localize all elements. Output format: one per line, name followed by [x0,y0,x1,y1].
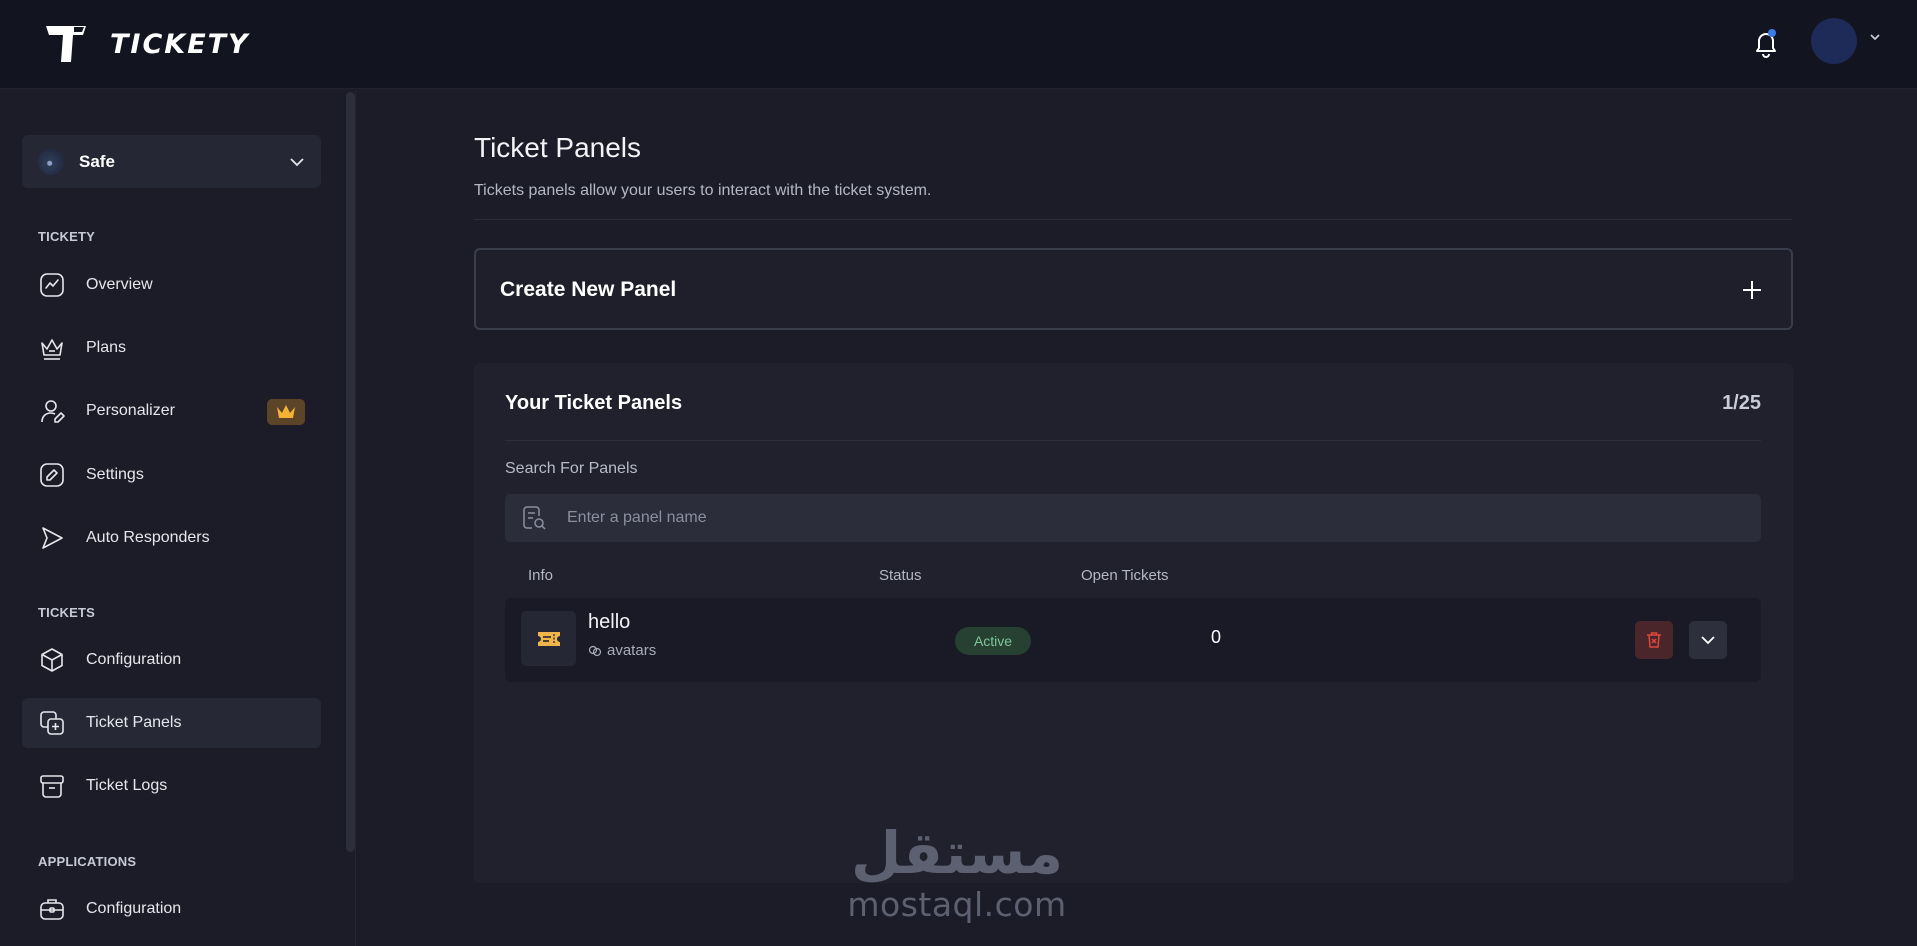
search-label: Search For Panels [505,460,638,477]
premium-badge [267,399,305,425]
expand-button[interactable] [1689,621,1727,659]
watermark-arabic: مستقل [850,819,1064,887]
section-title-tickety: TICKETY [38,229,96,244]
main-content: Ticket Panels Tickets panels allow your … [357,90,1917,946]
sidebar-item-label: Configuration [86,651,182,668]
link-icon [588,645,602,656]
sidebar-item-label: Ticket Logs [86,777,168,794]
sidebar-item-ticket-panels[interactable]: Ticket Panels [22,698,321,748]
briefcase-icon [40,899,64,920]
sidebar-item-label: Ticket Panels [86,714,182,731]
tickety-logo-icon [46,26,86,62]
sidebar-scrollbar[interactable] [346,92,355,852]
chart-icon [40,273,64,297]
watermark: مستقل mostaql.com [842,818,1072,922]
trash-icon [1647,632,1661,648]
status-badge: Active [955,627,1031,655]
chevron-down-icon[interactable] [1868,30,1882,44]
ticket-panels-card: Your Ticket Panels 1/25 Search For Panel… [474,363,1793,883]
ticket-icon [537,631,560,646]
search-document-icon [523,506,546,530]
page-subtitle: Tickets panels allow your users to inter… [474,182,932,199]
sidebar-item-auto-responders[interactable]: Auto Responders [22,513,321,563]
logo[interactable]: TICKETY [44,22,250,66]
chevron-down-icon [1701,636,1715,645]
column-header-status: Status [879,567,922,584]
column-header-info: Info [528,567,554,584]
search-input[interactable] [567,494,1737,542]
plus-icon [1743,281,1761,299]
section-title-applications: APPLICATIONS [38,854,137,869]
open-tickets-count: 0 [1211,627,1222,647]
table-row[interactable]: hello avatars Active 0 [505,598,1761,682]
server-name: Safe [79,151,115,171]
edit-icon [40,463,64,487]
sidebar-item-label: Auto Responders [86,529,210,546]
page-title: Ticket Panels [474,132,642,163]
server-selector[interactable]: Safe [22,135,321,188]
crown-icon [277,405,295,418]
sidebar-item-app-configuration[interactable]: Configuration [22,884,321,934]
crown-icon [41,339,63,360]
sidebar-item-label: Configuration [86,900,182,917]
sidebar-item-plans[interactable]: Plans [22,323,321,373]
cube-icon [41,648,63,672]
brand-name: TICKETY [110,28,250,60]
avatar[interactable] [1811,18,1857,64]
top-bar: TICKETY [0,0,1917,89]
sidebar-item-label: Plans [86,339,127,356]
sidebar-item-ticket-logs[interactable]: Ticket Logs [22,761,321,811]
divider [505,440,1761,441]
sidebar-item-label: Overview [86,276,153,293]
panel-count: 1/25 [1722,392,1761,414]
watermark-latin: mostaql.com [847,885,1067,924]
sidebar-item-configuration[interactable]: Configuration [22,635,321,685]
sidebar-item-personalizer[interactable]: Personalizer [22,386,321,436]
section-title-tickets: TICKETS [38,605,96,620]
sidebar-item-settings[interactable]: Settings [22,450,321,500]
send-icon [42,527,63,549]
column-header-open-tickets: Open Tickets [1081,567,1169,584]
notification-dot [1768,29,1776,37]
panel-name: hello [588,611,631,633]
copy-plus-icon [40,711,64,735]
chevron-down-icon [290,158,304,167]
create-new-panel-button[interactable]: Create New Panel [474,248,1793,330]
create-panel-label: Create New Panel [500,278,677,301]
user-edit-icon [41,400,65,423]
archive-icon [40,775,64,798]
card-title: Your Ticket Panels [505,392,683,414]
search-box[interactable] [505,494,1761,542]
server-icon [38,148,64,175]
sidebar-item-overview[interactable]: Overview [22,260,321,310]
panel-thumbnail [521,611,576,666]
sidebar-item-label: Settings [86,466,144,483]
panel-channel-label: avatars [607,642,657,659]
delete-button[interactable] [1635,621,1673,659]
panel-channel: avatars [588,642,656,659]
divider [474,219,1792,220]
sidebar-item-label: Personalizer [86,402,175,419]
